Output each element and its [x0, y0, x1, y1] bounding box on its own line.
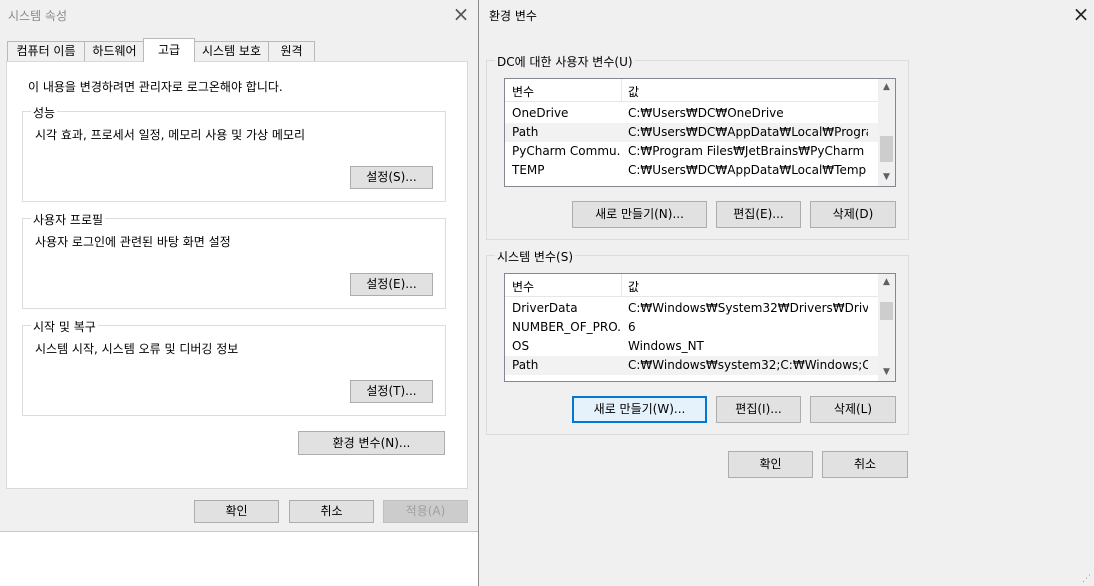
resize-grip-icon[interactable]: ⋰: [1082, 574, 1092, 584]
list-header: 변수 값: [505, 274, 878, 297]
tab-remote[interactable]: 원격: [268, 41, 315, 61]
list-header: 변수 값: [505, 79, 878, 102]
column-header-variable[interactable]: 변수: [512, 83, 534, 100]
tab-system-protection[interactable]: 시스템 보호: [194, 41, 269, 61]
user-variables-label: DC에 대한 사용자 변수(U): [495, 53, 635, 70]
variable-value: C:₩Users₩DC₩AppData₩Local₩Programs...: [628, 125, 868, 139]
variable-value: C:₩Users₩DC₩AppData₩Local₩Temp: [628, 163, 867, 177]
variable-value: C:₩Windows₩system32;C:₩Windows;C:₩...: [628, 358, 868, 372]
apply-button[interactable]: 적용(A): [383, 500, 468, 523]
tab-hardware[interactable]: 하드웨어: [84, 41, 145, 61]
variable-name: PyCharm Commu...: [512, 144, 620, 158]
user-delete-button[interactable]: 삭제(D): [810, 201, 896, 228]
variable-name: OneDrive: [512, 106, 569, 120]
variable-value: 6: [628, 320, 636, 334]
performance-settings-button[interactable]: 설정(S)...: [350, 166, 433, 189]
chevron-up-icon[interactable]: ▲: [878, 274, 895, 291]
variable-value: C:₩Program Files₩JetBrains₩PyCharm Co...: [628, 144, 868, 158]
column-header-value[interactable]: 값: [628, 83, 639, 100]
user-profile-desc: 사용자 로그인에 관련된 바탕 화면 설정: [35, 235, 231, 249]
variable-name: DriverData: [512, 301, 578, 315]
user-edit-button[interactable]: 편집(E)...: [716, 201, 801, 228]
vertical-scrollbar[interactable]: ▲ ▼: [878, 274, 895, 381]
admin-notice: 이 내용을 변경하려면 관리자로 로그온해야 합니다.: [28, 80, 283, 94]
cancel-button[interactable]: 취소: [822, 451, 908, 478]
system-variables-list[interactable]: 변수 값 DriverData C:₩Windows₩System32₩Driv…: [504, 273, 896, 382]
system-new-button[interactable]: 새로 만들기(W)...: [572, 396, 707, 423]
performance-group: 성능 시각 효과, 프로세서 일정, 메모리 사용 및 가상 메모리 설정(S)…: [22, 104, 446, 202]
user-profile-settings-button[interactable]: 설정(E)...: [350, 273, 433, 296]
environment-variables-button[interactable]: 환경 변수(N)...: [298, 431, 445, 455]
performance-desc: 시각 효과, 프로세서 일정, 메모리 사용 및 가상 메모리: [35, 128, 305, 142]
startup-recovery-desc: 시스템 시작, 시스템 오류 및 디버깅 정보: [35, 342, 239, 356]
scrollbar-thumb[interactable]: [880, 136, 893, 162]
list-item[interactable]: Path C:₩Users₩DC₩AppData₩Local₩Programs.…: [505, 123, 878, 142]
tab-advanced[interactable]: 고급: [143, 38, 195, 62]
list-item[interactable]: NUMBER_OF_PRO... 6: [505, 318, 878, 337]
variable-value: Windows_NT: [628, 339, 704, 353]
variable-value: C:₩Windows₩System32₩Drivers₩DriverData: [628, 301, 868, 315]
variable-name: Path: [512, 358, 539, 372]
user-new-button[interactable]: 새로 만들기(N)...: [572, 201, 707, 228]
close-icon[interactable]: ×: [449, 4, 473, 24]
startup-recovery-label: 시작 및 복구: [31, 318, 98, 335]
advanced-tab-panel: 이 내용을 변경하려면 관리자로 로그온해야 합니다. 성능 시각 효과, 프로…: [6, 61, 468, 489]
window-title: 환경 변수: [489, 9, 537, 23]
close-icon[interactable]: ×: [1069, 4, 1093, 24]
user-profile-group: 사용자 프로필 사용자 로그인에 관련된 바탕 화면 설정 설정(E)...: [22, 211, 446, 309]
ok-button[interactable]: 확인: [728, 451, 813, 478]
ok-button[interactable]: 확인: [194, 500, 279, 523]
system-edit-button[interactable]: 편집(I)...: [716, 396, 801, 423]
variable-name: Path: [512, 125, 539, 139]
variable-value: C:₩Users₩DC₩OneDrive: [628, 106, 784, 120]
startup-recovery-group: 시작 및 복구 시스템 시작, 시스템 오류 및 디버깅 정보 설정(T)...: [22, 318, 446, 416]
list-item[interactable]: OS Windows_NT: [505, 337, 878, 356]
performance-label: 성능: [31, 104, 58, 121]
cancel-button[interactable]: 취소: [289, 500, 374, 523]
startup-settings-button[interactable]: 설정(T)...: [350, 380, 433, 403]
column-header-variable[interactable]: 변수: [512, 278, 534, 295]
system-variables-group: 시스템 변수(S) 변수 값 DriverData C:₩Windows₩Sys…: [486, 248, 909, 435]
user-profile-label: 사용자 프로필: [31, 211, 106, 228]
vertical-scrollbar[interactable]: ▲ ▼: [878, 79, 895, 186]
system-properties-window: 시스템 속성 × 컴퓨터 이름 하드웨어 고급 시스템 보호 원격 이 내용을 …: [0, 0, 479, 532]
list-item[interactable]: Path C:₩Windows₩system32;C:₩Windows;C:₩.…: [505, 356, 878, 375]
variable-name: TEMP: [512, 163, 545, 177]
environment-variables-window: 환경 변수 × DC에 대한 사용자 변수(U) 변수 값 OneDrive C…: [478, 0, 1094, 586]
list-item[interactable]: OneDrive C:₩Users₩DC₩OneDrive: [505, 104, 878, 123]
list-item[interactable]: PyCharm Commu... C:₩Program Files₩JetBra…: [505, 142, 878, 161]
chevron-down-icon[interactable]: ▼: [878, 169, 895, 186]
list-item[interactable]: TEMP C:₩Users₩DC₩AppData₩Local₩Temp: [505, 161, 878, 180]
system-delete-button[interactable]: 삭제(L): [810, 396, 896, 423]
user-variables-group: DC에 대한 사용자 변수(U) 변수 값 OneDrive C:₩Users₩…: [486, 53, 909, 240]
variable-name: NUMBER_OF_PRO...: [512, 320, 620, 334]
chevron-down-icon[interactable]: ▼: [878, 364, 895, 381]
list-item[interactable]: DriverData C:₩Windows₩System32₩Drivers₩D…: [505, 299, 878, 318]
column-header-value[interactable]: 값: [628, 278, 639, 295]
window-title: 시스템 속성: [8, 9, 68, 23]
variable-name: OS: [512, 339, 530, 353]
user-variables-list[interactable]: 변수 값 OneDrive C:₩Users₩DC₩OneDrive Path …: [504, 78, 896, 187]
chevron-up-icon[interactable]: ▲: [878, 79, 895, 96]
scrollbar-thumb[interactable]: [880, 302, 893, 320]
system-variables-label: 시스템 변수(S): [495, 248, 575, 265]
tab-computer-name[interactable]: 컴퓨터 이름: [7, 41, 85, 61]
